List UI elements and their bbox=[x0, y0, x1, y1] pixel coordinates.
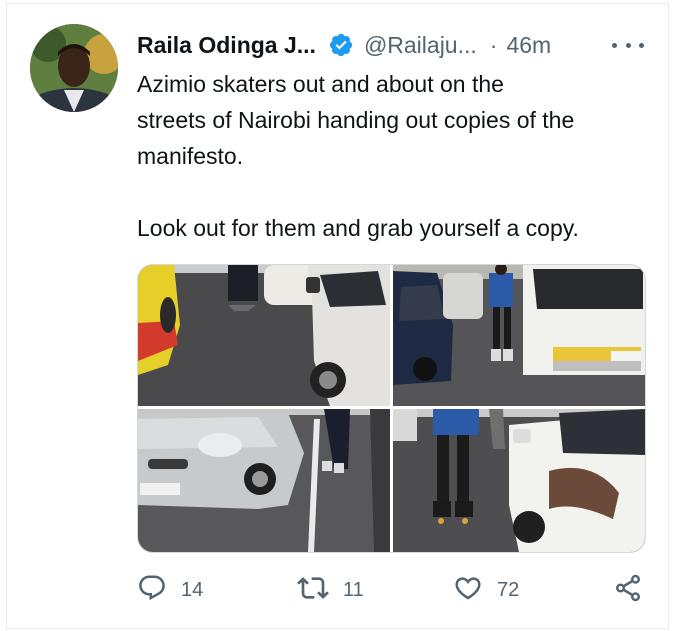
verified-badge-icon bbox=[328, 32, 354, 58]
author-avatar[interactable] bbox=[30, 24, 118, 112]
more-icon[interactable] bbox=[612, 36, 644, 54]
retweet-button[interactable]: 11 bbox=[297, 572, 364, 608]
tweet-actions: 14 11 72 bbox=[137, 572, 647, 608]
media-grid bbox=[137, 264, 646, 553]
separator-dot: · bbox=[489, 31, 498, 58]
tweet-text: Azimio skaters out and about on the stre… bbox=[137, 66, 657, 246]
photo-1[interactable] bbox=[138, 265, 390, 406]
share-icon bbox=[613, 573, 643, 608]
photo-2[interactable] bbox=[393, 265, 645, 406]
like-icon bbox=[453, 573, 483, 608]
tweet-text-line: manifesto. bbox=[137, 143, 244, 169]
tweet-header: Raila Odinga J... @Railaju... · 46m bbox=[137, 30, 551, 60]
like-button[interactable]: 72 bbox=[453, 572, 519, 608]
share-button[interactable] bbox=[613, 572, 643, 608]
like-count: 72 bbox=[497, 578, 520, 601]
avatar-image bbox=[30, 24, 118, 112]
retweet-icon bbox=[297, 572, 329, 609]
reply-icon bbox=[137, 573, 167, 608]
tweet-text-line: Azimio skaters out and about on the bbox=[137, 71, 504, 97]
reply-button[interactable]: 14 bbox=[137, 572, 203, 608]
photo-4[interactable] bbox=[393, 409, 645, 552]
tweet-text-line: Look out for them and grab yourself a co… bbox=[137, 215, 579, 241]
photo-3[interactable] bbox=[138, 409, 390, 552]
tweet-timestamp[interactable]: 46m bbox=[506, 32, 551, 59]
tweet-text-line: streets of Nairobi handing out copies of… bbox=[137, 107, 575, 133]
author-handle[interactable]: @Railaju... bbox=[364, 32, 477, 59]
author-name[interactable]: Raila Odinga J... bbox=[137, 32, 316, 59]
reply-count: 14 bbox=[181, 578, 204, 601]
retweet-count: 11 bbox=[343, 578, 364, 601]
